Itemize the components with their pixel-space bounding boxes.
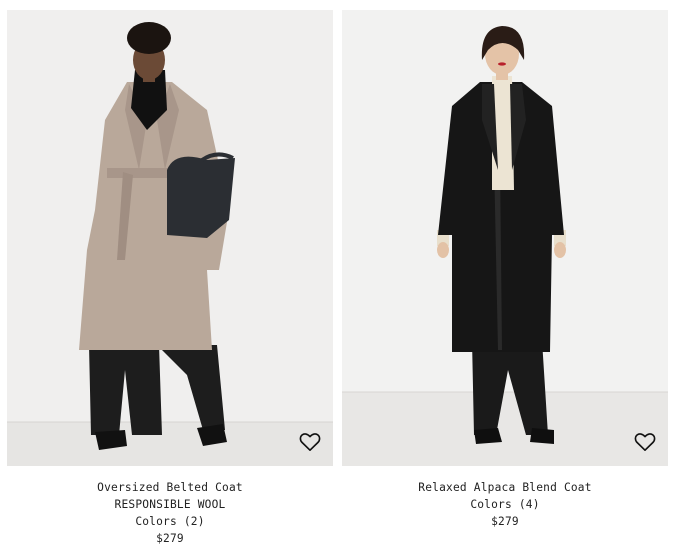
product-name[interactable]: Oversized Belted Coat [97, 479, 243, 496]
product-name[interactable]: Relaxed Alpaca Blend Coat [418, 479, 591, 496]
product-card-oversized-belted-coat[interactable]: Oversized Belted Coat RESPONSIBLE WOOL C… [7, 10, 333, 547]
product-price: $279 [156, 532, 184, 545]
product-image[interactable] [342, 10, 668, 466]
model-in-beige-coat-photo [7, 10, 333, 466]
heart-outline-icon[interactable] [634, 432, 656, 452]
product-info: Relaxed Alpaca Blend Coat Colors (4) $27… [418, 479, 591, 530]
product-card-relaxed-alpaca-blend-coat[interactable]: Relaxed Alpaca Blend Coat Colors (4) $27… [342, 10, 668, 547]
model-in-black-coat-photo [342, 10, 668, 466]
heart-outline-icon[interactable] [299, 432, 321, 452]
product-tag: RESPONSIBLE WOOL [114, 498, 226, 511]
product-colors[interactable]: Colors (2) [97, 513, 243, 530]
product-colors[interactable]: Colors (4) [418, 496, 591, 513]
product-price: $279 [491, 515, 519, 528]
product-info: Oversized Belted Coat RESPONSIBLE WOOL C… [97, 479, 243, 547]
product-grid: Oversized Belted Coat RESPONSIBLE WOOL C… [7, 10, 669, 547]
product-image[interactable] [7, 10, 333, 466]
